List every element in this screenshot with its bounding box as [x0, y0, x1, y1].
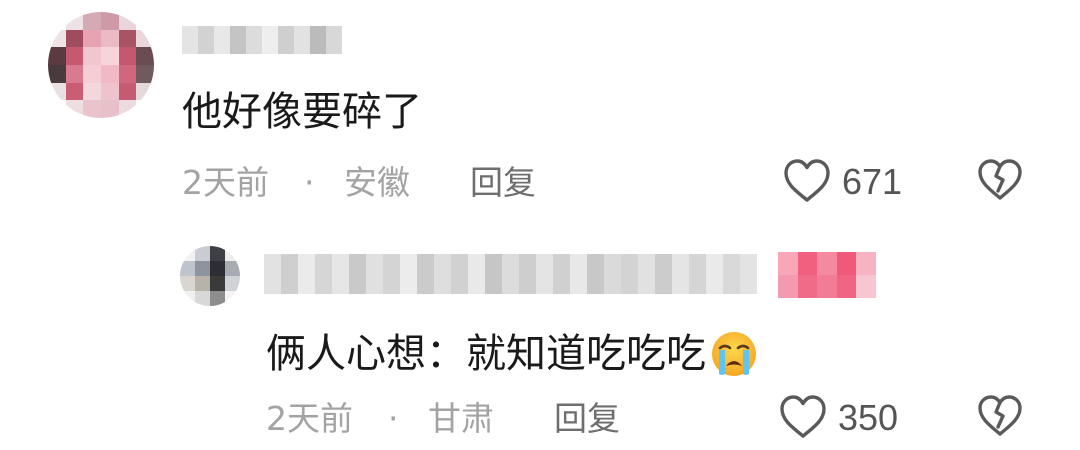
- reply-button[interactable]: 回复: [470, 166, 536, 199]
- reply-text: 俩人心想：就知道吃吃吃: [266, 331, 706, 377]
- commenter-username[interactable]: [182, 26, 342, 54]
- comment-time: 2天前: [182, 163, 269, 202]
- dislike-broken-heart-icon[interactable]: [976, 394, 1024, 438]
- like-heart-icon[interactable]: [778, 394, 828, 440]
- like-heart-icon[interactable]: [782, 158, 832, 204]
- commenter-avatar[interactable]: [48, 12, 154, 118]
- replier-username[interactable]: [264, 254, 757, 294]
- like-count: 350: [838, 397, 899, 438]
- reply-location: 甘肃: [428, 399, 494, 438]
- reply-time: 2天前: [266, 399, 353, 438]
- loudly-crying-face-icon: [710, 330, 758, 378]
- reply-button[interactable]: 回复: [554, 402, 620, 435]
- comment-location: 安徽: [344, 163, 410, 202]
- comment-text: 他好像要碎了: [182, 89, 422, 135]
- meta-separator: ·: [388, 399, 399, 438]
- reply-text-row: 俩人心想：就知道吃吃吃: [266, 330, 758, 378]
- author-badge: [778, 252, 876, 298]
- like-count: 671: [842, 161, 903, 202]
- meta-separator: ·: [304, 163, 315, 202]
- replier-avatar[interactable]: [180, 246, 240, 306]
- dislike-broken-heart-icon[interactable]: [976, 158, 1024, 202]
